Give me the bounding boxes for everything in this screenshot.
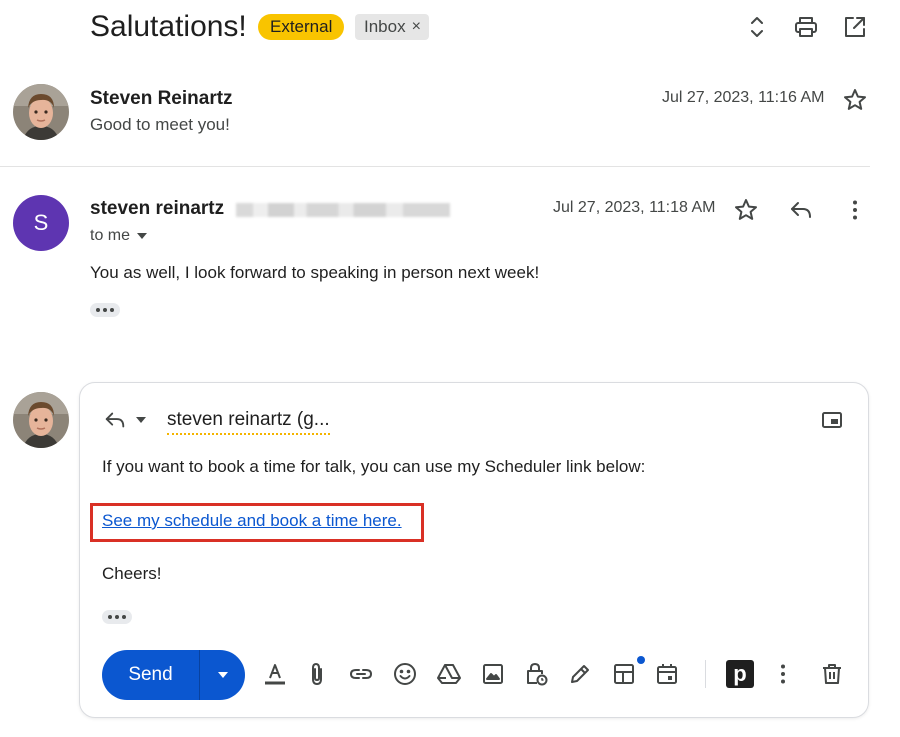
emoji-icon[interactable] — [391, 660, 419, 688]
remove-label-icon[interactable]: × — [412, 14, 421, 40]
label-external: External — [258, 14, 345, 40]
compose-body-line[interactable]: If you want to book a time for talk, you… — [102, 455, 645, 479]
attach-icon[interactable] — [304, 660, 332, 688]
chevron-down-icon — [135, 416, 147, 424]
message-body: You as well, I look forward to speaking … — [90, 263, 540, 282]
star-icon[interactable] — [733, 197, 759, 223]
toolbar-separator — [705, 660, 706, 688]
message-divider — [0, 166, 870, 167]
notification-dot — [637, 656, 645, 664]
chevron-down-icon — [136, 232, 148, 240]
highlight-box — [90, 503, 424, 542]
avatar[interactable] — [13, 84, 69, 140]
photo-icon[interactable] — [479, 660, 507, 688]
send-button[interactable]: Send — [102, 650, 200, 700]
label-inbox[interactable]: Inbox × — [355, 14, 429, 40]
message-date: Jul 27, 2023, 11:18 AM — [553, 199, 716, 216]
recipient-details-toggle[interactable]: to me — [90, 225, 148, 247]
print-icon[interactable] — [793, 14, 819, 40]
send-button-group[interactable]: Send — [102, 650, 245, 700]
more-vert-icon[interactable] — [842, 197, 868, 223]
signature-icon[interactable] — [566, 660, 594, 688]
show-trimmed-content-button[interactable] — [90, 303, 120, 317]
link-icon[interactable] — [347, 660, 375, 688]
sender-name[interactable]: steven reinartz — [90, 197, 224, 221]
email-subject: Salutations! — [90, 10, 247, 43]
recipient-chip[interactable]: steven reinartz (g... — [167, 408, 330, 435]
redacted-email-address — [236, 203, 450, 217]
reply-type-dropdown[interactable] — [103, 408, 147, 432]
reply-icon — [103, 408, 127, 432]
drive-icon[interactable] — [435, 660, 463, 688]
more-vert-icon[interactable] — [769, 660, 797, 688]
recipient-line: to me — [90, 227, 131, 244]
compose-signoff[interactable]: Cheers! — [102, 562, 162, 586]
extension-logo[interactable]: p — [726, 660, 754, 688]
pop-out-icon[interactable] — [820, 408, 844, 432]
message-snippet[interactable]: Good to meet you! — [90, 114, 230, 136]
calendar-icon[interactable] — [653, 660, 681, 688]
expand-collapse-icon[interactable] — [744, 14, 770, 40]
avatar[interactable] — [13, 392, 69, 448]
confidential-icon[interactable] — [522, 660, 550, 688]
sender-name[interactable]: Steven Reinartz — [90, 87, 233, 111]
label-inbox-text: Inbox — [364, 17, 406, 36]
layout-icon[interactable] — [610, 660, 638, 688]
avatar[interactable]: S — [13, 195, 69, 251]
chevron-down-icon — [217, 671, 229, 679]
reply-icon[interactable] — [788, 197, 814, 223]
message-date: Jul 27, 2023, 11:16 AM — [662, 89, 825, 106]
show-trimmed-content-button[interactable] — [102, 610, 132, 624]
trash-icon[interactable] — [818, 660, 846, 688]
open-in-new-window-icon[interactable] — [842, 14, 868, 40]
text-format-icon[interactable] — [261, 660, 289, 688]
star-icon[interactable] — [842, 87, 868, 113]
